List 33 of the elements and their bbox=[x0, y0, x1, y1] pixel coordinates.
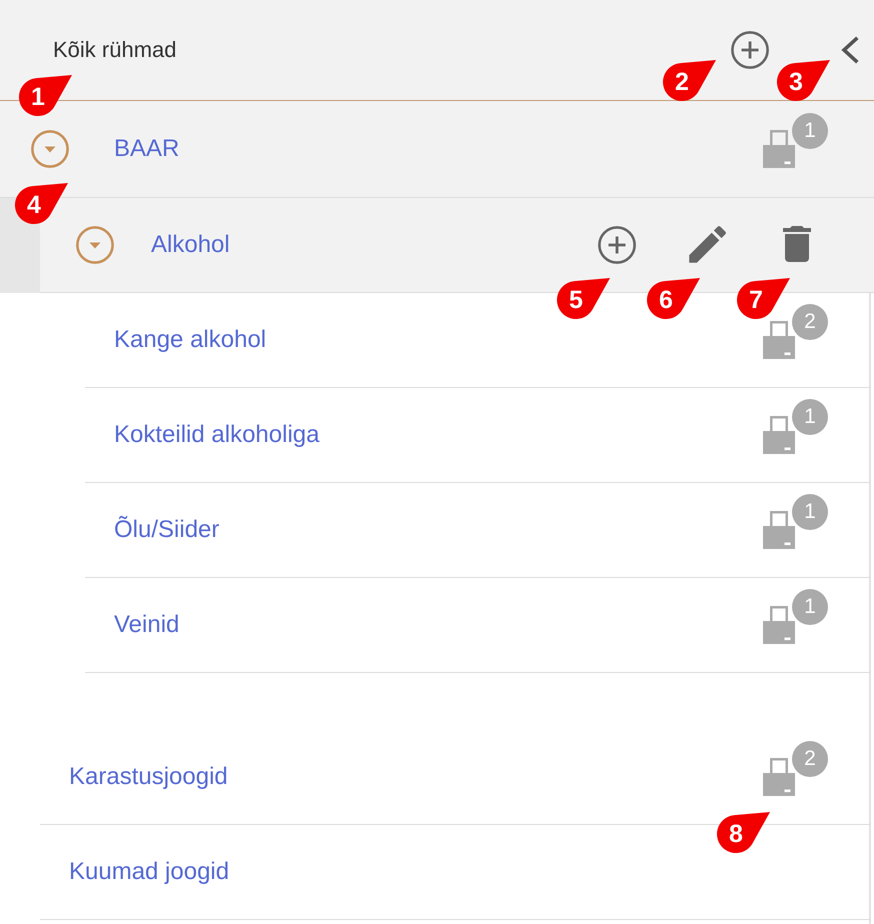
category-link[interactable]: Veinid bbox=[114, 610, 180, 640]
count-badge: 1 bbox=[792, 113, 828, 149]
category-link[interactable]: Kange alkohol bbox=[114, 325, 266, 355]
plus-circle-icon bbox=[731, 31, 769, 69]
count-badge: 2 bbox=[792, 741, 828, 777]
edit-button[interactable] bbox=[688, 226, 726, 264]
category-link[interactable]: Karastusjoogid bbox=[69, 762, 228, 792]
count-badge: 1 bbox=[792, 494, 828, 530]
printer-icon bbox=[763, 758, 795, 796]
add-button[interactable] bbox=[598, 226, 636, 264]
printer-icon bbox=[763, 416, 795, 454]
caret-down-circle-icon bbox=[31, 130, 69, 168]
plus-circle-icon bbox=[598, 226, 636, 264]
category-link[interactable]: BAAR bbox=[114, 134, 180, 164]
count-badge: 2 bbox=[792, 304, 828, 340]
add-button[interactable] bbox=[731, 31, 769, 69]
category-link[interactable]: Õlu/Siider bbox=[114, 515, 220, 545]
expand-toggle[interactable] bbox=[31, 130, 69, 168]
trash-icon bbox=[783, 226, 811, 262]
category-link[interactable]: Kokteilid alkoholiga bbox=[114, 420, 320, 450]
printer-icon bbox=[763, 130, 795, 168]
printer-icon bbox=[763, 606, 795, 644]
delete-button[interactable] bbox=[783, 226, 811, 264]
panel-title: Kõik rühmad bbox=[53, 37, 177, 63]
pencil-icon bbox=[688, 226, 726, 263]
category-link[interactable]: Kuumad joogid bbox=[69, 857, 230, 887]
category-link[interactable]: Alkohol bbox=[151, 230, 230, 260]
count-badge: 1 bbox=[792, 589, 828, 625]
printer-icon bbox=[763, 321, 795, 359]
expand-toggle[interactable] bbox=[76, 226, 114, 264]
caret-down-circle-icon bbox=[76, 226, 114, 264]
printer-icon bbox=[763, 511, 795, 549]
count-badge: 1 bbox=[792, 399, 828, 435]
